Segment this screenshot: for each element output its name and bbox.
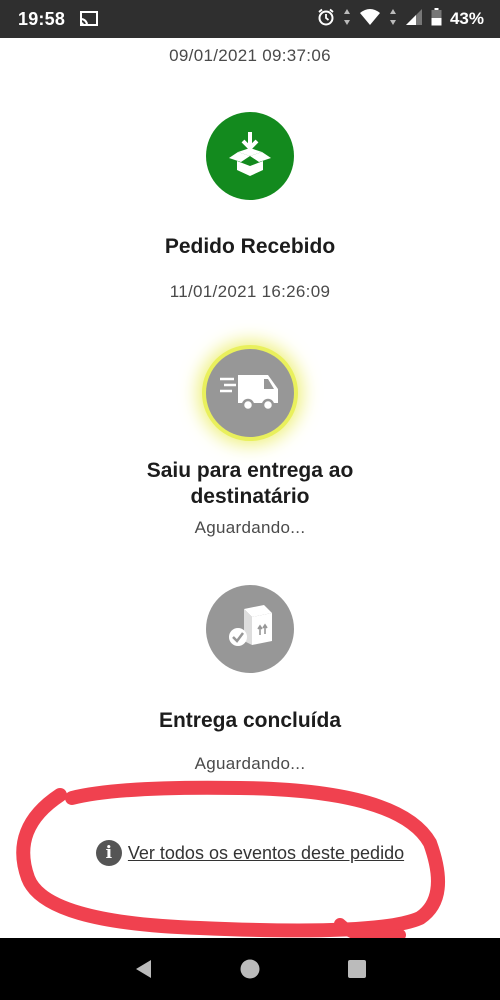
package-check-icon (224, 601, 276, 658)
signal-icon (405, 8, 423, 31)
data-arrows-icon (343, 8, 351, 31)
step-received-badge (206, 112, 294, 200)
step-status: Aguardando... (194, 518, 306, 537)
battery-icon (431, 7, 442, 31)
info-icon: i (95, 840, 122, 866)
back-icon[interactable] (123, 949, 163, 989)
step-status: Aguardando... (194, 754, 306, 773)
alarm-icon (317, 8, 335, 31)
wifi-icon (359, 8, 381, 31)
step-date: 11/01/2021 16:26:09 (169, 282, 331, 301)
previous-step-date: 09/01/2021 09:37:06 (169, 46, 331, 65)
step-title: Entrega concluída (158, 709, 342, 732)
home-icon[interactable] (230, 949, 270, 989)
view-all-events-link[interactable]: Ver todos os eventos deste pedido (128, 843, 404, 864)
delivery-truck-icon (218, 369, 282, 418)
step-title: Saiu para entrega ao destinatário (146, 459, 354, 508)
status-bar: 19:58 43% (0, 0, 500, 38)
battery-percent: 43% (449, 9, 484, 28)
step-out-for-delivery-badge (206, 349, 294, 437)
status-time: 19:58 (18, 8, 66, 29)
box-download-icon (224, 128, 276, 185)
navigation-bar (0, 938, 500, 1000)
recents-icon[interactable] (337, 949, 377, 989)
cast-icon (79, 10, 99, 28)
step-title: Pedido Recebido (164, 235, 336, 258)
step-delivered-badge (206, 585, 294, 673)
view-all-events-row[interactable]: i Ver todos os eventos deste pedido (0, 840, 500, 866)
order-tracking-timeline: 09/01/2021 09:37:06 Pedido Recebido 11/0… (0, 38, 500, 938)
data-arrows-icon (389, 8, 397, 31)
